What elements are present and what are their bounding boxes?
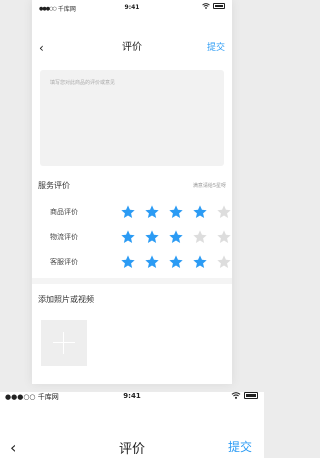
star-icon[interactable]: [166, 254, 186, 270]
star-icon[interactable]: [190, 254, 210, 270]
rating-label-service: 客服评价: [50, 258, 78, 266]
rating-row-service: 客服评价: [32, 254, 232, 270]
review-placeholder: 填写您对此商品的评价或意见: [50, 80, 116, 86]
battery-icon: [213, 3, 225, 9]
star-icon[interactable]: [214, 229, 234, 245]
add-photo-title: 添加照片或视频: [38, 295, 94, 304]
phone-screen: ●●●○○ 千库网 9:41 ‹ 评价 提交 填写您对此商品的评价或意见 服务评…: [32, 0, 232, 384]
preview-wifi-icon: [231, 392, 241, 399]
preview-status-right: [231, 392, 258, 399]
star-icon[interactable]: [190, 204, 210, 220]
star-rating-logistics[interactable]: [118, 229, 234, 245]
star-icon[interactable]: [214, 204, 234, 220]
preview-page-title: 评价: [118, 442, 145, 457]
plus-icon-vertical: [63, 332, 64, 354]
service-rating-hint: 满意请给5星呀: [192, 183, 226, 189]
star-icon[interactable]: [118, 229, 138, 245]
add-photo-button[interactable]: [41, 320, 87, 366]
preview-battery-icon: [244, 392, 258, 399]
service-rating-header: 服务评价 满意请给5星呀: [38, 178, 226, 192]
bottom-preview-strip: ●●●○○ 千库网 9:41 ‹ 评价 提交: [0, 392, 264, 458]
preview-submit-button[interactable]: 提交: [228, 438, 252, 455]
star-icon[interactable]: [190, 229, 210, 245]
preview-status-time: 9:41: [123, 392, 141, 400]
star-icon[interactable]: [142, 204, 162, 220]
rating-row-logistics: 物流评价: [32, 229, 232, 245]
plus-icon: [53, 342, 75, 343]
star-rating-product[interactable]: [118, 204, 234, 220]
star-icon[interactable]: [142, 229, 162, 245]
rating-label-product: 商品评价: [50, 208, 78, 216]
submit-button[interactable]: 提交: [207, 40, 225, 56]
star-icon[interactable]: [118, 204, 138, 220]
star-icon[interactable]: [214, 254, 234, 270]
page-title: 评价: [122, 42, 142, 53]
star-icon[interactable]: [166, 229, 186, 245]
rating-row-product: 商品评价: [32, 204, 232, 220]
rating-label-logistics: 物流评价: [50, 233, 78, 241]
status-right: [202, 3, 225, 9]
star-icon[interactable]: [166, 204, 186, 220]
star-icon[interactable]: [118, 254, 138, 270]
wifi-icon: [202, 3, 210, 9]
section-divider: [32, 278, 232, 284]
star-rating-service[interactable]: [118, 254, 234, 270]
service-rating-title: 服务评价: [38, 181, 70, 190]
review-textarea[interactable]: 填写您对此商品的评价或意见: [40, 70, 224, 166]
nav-bar: ‹ 评价 提交: [32, 40, 232, 58]
status-bar: ●●●○○ 千库网 9:41: [32, 0, 232, 14]
star-icon[interactable]: [142, 254, 162, 270]
